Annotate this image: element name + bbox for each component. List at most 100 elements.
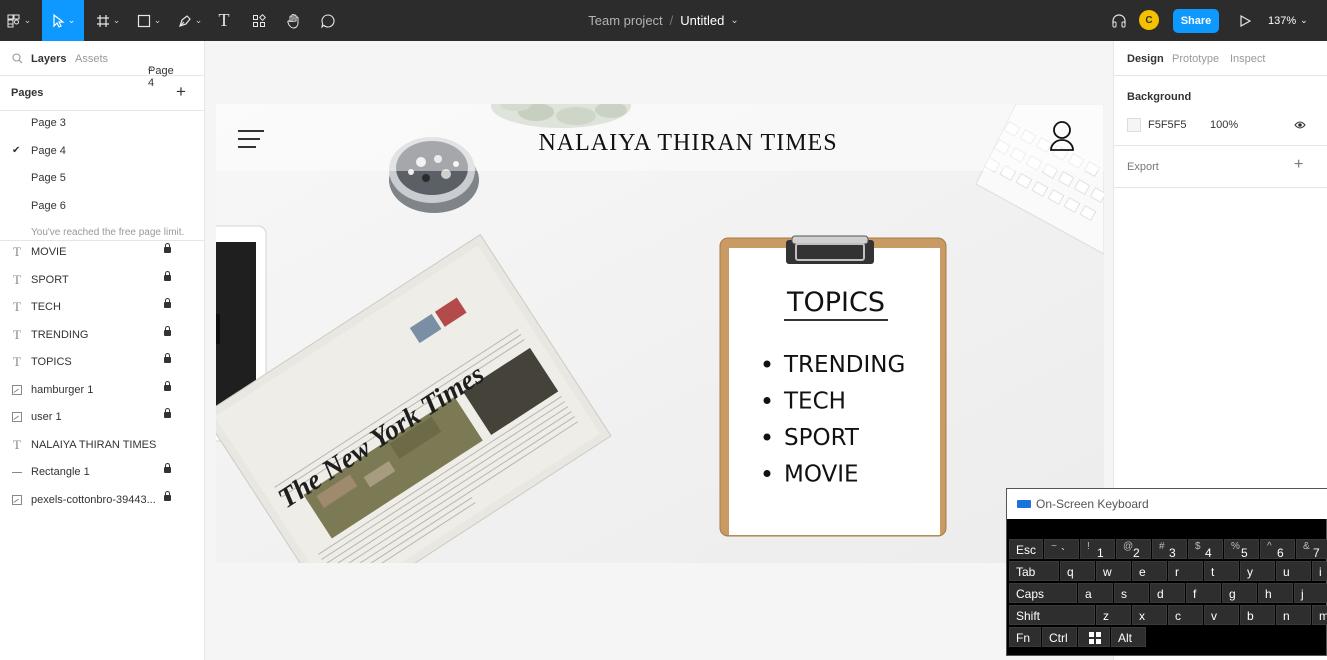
file-name-button[interactable]: Untitled bbox=[680, 13, 724, 28]
lock-icon[interactable] bbox=[164, 408, 171, 418]
osk-key[interactable]: ~ ` bbox=[1044, 539, 1079, 560]
osk-key[interactable]: e bbox=[1132, 561, 1167, 581]
tab-assets[interactable]: Assets bbox=[75, 53, 108, 65]
page-item[interactable]: Page 5 bbox=[0, 165, 204, 192]
pen-tool-button[interactable]: ⌄ bbox=[172, 0, 208, 41]
osk-key[interactable]: ! 1 bbox=[1080, 539, 1115, 560]
background-opacity-input[interactable]: 100% bbox=[1210, 119, 1238, 131]
osk-key[interactable]: u bbox=[1276, 561, 1311, 581]
layer-item[interactable]: T TECH bbox=[0, 294, 204, 321]
osk-key[interactable]: x bbox=[1132, 605, 1167, 625]
frame-tool-button[interactable]: ⌄ bbox=[90, 0, 126, 41]
text-tool-button[interactable]: T bbox=[212, 0, 236, 41]
page-item[interactable]: Page 3 bbox=[0, 110, 204, 137]
tab-layers[interactable]: Layers bbox=[31, 53, 66, 65]
lock-icon[interactable] bbox=[164, 463, 171, 473]
osk-key[interactable]: f bbox=[1186, 583, 1221, 603]
osk-key[interactable]: t bbox=[1204, 561, 1239, 581]
osk-key[interactable]: w bbox=[1096, 561, 1131, 581]
osk-key[interactable]: Alt bbox=[1111, 627, 1146, 647]
osk-key[interactable]: Tab bbox=[1009, 561, 1059, 581]
share-button[interactable]: Share bbox=[1173, 9, 1219, 33]
osk-key[interactable]: g bbox=[1222, 583, 1257, 603]
windows-icon bbox=[1089, 632, 1101, 644]
shape-tool-button[interactable]: ⌄ bbox=[131, 0, 167, 41]
osk-key-shift-label: # bbox=[1159, 541, 1165, 552]
layer-item[interactable]: user 1 bbox=[0, 404, 204, 431]
avatar[interactable]: C bbox=[1139, 10, 1159, 30]
osk-key[interactable]: n bbox=[1276, 605, 1311, 625]
osk-key[interactable]: % 5 bbox=[1224, 539, 1259, 560]
osk-key[interactable]: y bbox=[1240, 561, 1275, 581]
lock-icon[interactable] bbox=[164, 353, 171, 363]
background-hex-input[interactable]: F5F5F5 bbox=[1148, 119, 1187, 131]
osk-key[interactable]: Ctrl bbox=[1042, 627, 1077, 647]
lock-icon[interactable] bbox=[164, 380, 171, 391]
lock-icon[interactable] bbox=[164, 298, 171, 308]
osk-key[interactable]: ^ 6 bbox=[1260, 539, 1295, 560]
comment-tool-button[interactable] bbox=[315, 0, 341, 41]
present-button[interactable] bbox=[1235, 0, 1255, 41]
eye-icon[interactable] bbox=[1294, 120, 1306, 130]
topic-item[interactable]: TECH bbox=[783, 389, 846, 415]
hand-tool-button[interactable] bbox=[281, 0, 307, 41]
bullet-icon bbox=[763, 433, 771, 441]
move-tool-button[interactable]: ⌄ bbox=[42, 0, 84, 41]
layer-item[interactable]: hamburger 1 bbox=[0, 377, 204, 404]
osk-key[interactable]: Fn bbox=[1009, 627, 1041, 647]
tab-inspect[interactable]: Inspect bbox=[1230, 53, 1265, 65]
layer-item[interactable]: T SPORT bbox=[0, 267, 204, 294]
layer-item[interactable]: T NALAIYA THIRAN TIMES bbox=[0, 432, 204, 459]
osk-key[interactable]: Caps bbox=[1009, 583, 1077, 603]
osk-key[interactable]: a bbox=[1078, 583, 1113, 603]
osk-key[interactable]: Esc bbox=[1009, 539, 1043, 559]
osk-key[interactable]: s bbox=[1114, 583, 1149, 603]
osk-key[interactable]: h bbox=[1258, 583, 1293, 603]
osk-key[interactable]: z bbox=[1096, 605, 1131, 625]
osk-key[interactable]: d bbox=[1150, 583, 1185, 603]
osk-key[interactable]: q bbox=[1060, 561, 1095, 581]
layer-item[interactable]: T TRENDING bbox=[0, 322, 204, 349]
windows-key[interactable] bbox=[1078, 627, 1110, 647]
topic-item[interactable]: SPORT bbox=[784, 425, 860, 451]
add-export-icon[interactable]: + bbox=[1294, 156, 1303, 174]
main-menu-button[interactable]: ⌄ bbox=[0, 0, 38, 41]
tab-design[interactable]: Design bbox=[1127, 53, 1164, 65]
osk-key[interactable]: Shift bbox=[1009, 605, 1095, 625]
page-item[interactable]: ✔ Page 4 bbox=[0, 138, 204, 165]
page-item[interactable]: Page 6 bbox=[0, 193, 204, 220]
team-name-link[interactable]: Team project bbox=[588, 13, 662, 28]
osk-key[interactable]: c bbox=[1168, 605, 1203, 625]
osk-key[interactable]: b bbox=[1240, 605, 1275, 625]
lock-icon[interactable] bbox=[164, 325, 171, 336]
osk-key[interactable]: r bbox=[1168, 561, 1203, 581]
export-section: Export + bbox=[1114, 146, 1327, 188]
lock-icon[interactable] bbox=[164, 490, 171, 501]
layer-item[interactable]: T MOVIE bbox=[0, 239, 204, 266]
topic-item[interactable]: TRENDING bbox=[783, 352, 905, 378]
zoom-dropdown[interactable]: 137% ⌄ bbox=[1268, 0, 1308, 41]
chevron-down-icon[interactable]: ⌄ bbox=[730, 15, 738, 26]
osk-key[interactable]: & 7 bbox=[1296, 539, 1327, 560]
osk-key[interactable]: i bbox=[1312, 561, 1327, 581]
topic-item[interactable]: MOVIE bbox=[784, 462, 859, 488]
layer-item[interactable]: pexels-cottonbro-39443... bbox=[0, 487, 204, 514]
osk-key[interactable]: j bbox=[1294, 583, 1327, 603]
lock-icon[interactable] bbox=[164, 270, 171, 281]
design-frame[interactable]: The New York Times NALAIYA THIRAN TIMES … bbox=[216, 104, 1104, 563]
lock-icon[interactable] bbox=[164, 243, 171, 253]
osk-key[interactable]: $4 bbox=[1188, 539, 1223, 560]
osk-key[interactable]: v bbox=[1204, 605, 1239, 625]
tab-prototype[interactable]: Prototype bbox=[1172, 53, 1219, 65]
search-icon[interactable] bbox=[12, 53, 23, 64]
osk-key[interactable]: #3 bbox=[1152, 539, 1187, 560]
add-page-icon[interactable]: + bbox=[176, 82, 186, 102]
layer-item[interactable]: T TOPICS bbox=[0, 349, 204, 376]
layer-item[interactable]: Rectangle 1 bbox=[0, 459, 204, 486]
osk-key[interactable]: @2 bbox=[1116, 539, 1151, 560]
resources-tool-button[interactable] bbox=[246, 0, 272, 41]
audio-button[interactable] bbox=[1108, 0, 1130, 41]
osk-titlebar[interactable]: On-Screen Keyboard bbox=[1007, 489, 1327, 519]
osk-key[interactable]: m bbox=[1312, 605, 1327, 625]
color-swatch[interactable] bbox=[1127, 118, 1141, 132]
